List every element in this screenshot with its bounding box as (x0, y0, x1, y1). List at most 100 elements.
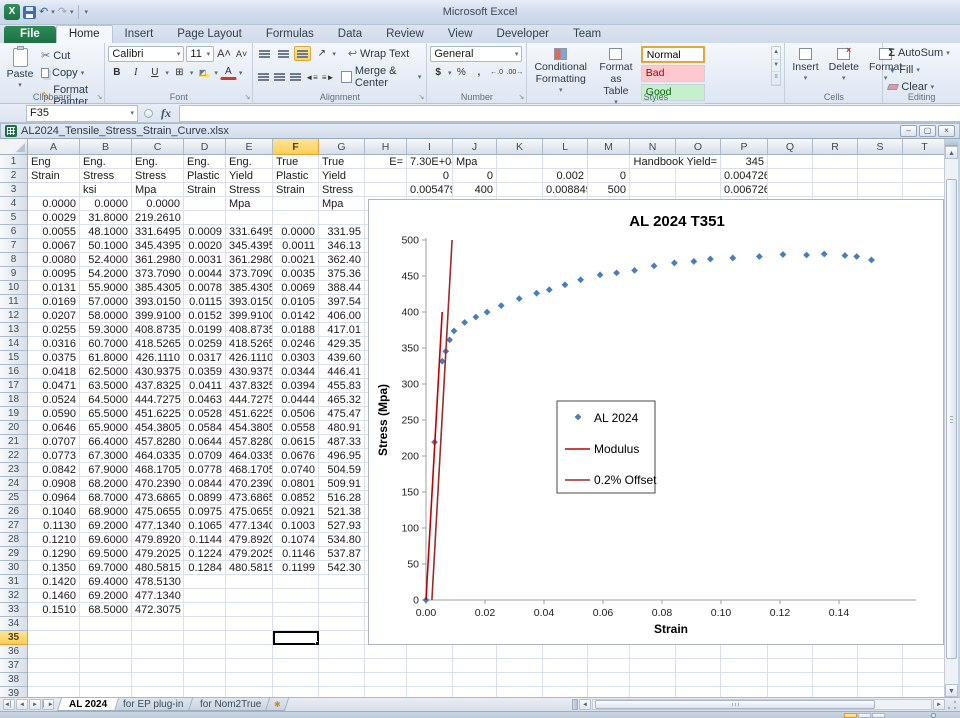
cell-A20[interactable]: 0.0646 (28, 421, 80, 435)
cell-T36[interactable] (903, 645, 944, 659)
cell-C11[interactable]: 393.0150 (132, 295, 184, 309)
cell-S36[interactable] (858, 645, 903, 659)
cell-F35[interactable] (273, 631, 319, 645)
cell-F8[interactable]: 0.0021 (273, 253, 319, 267)
cell-G26[interactable]: 521.38 (319, 505, 365, 519)
font-family-select[interactable]: Calibri ▾ (108, 46, 185, 62)
row-header-19[interactable]: 19 (0, 407, 28, 421)
row-header-22[interactable]: 22 (0, 449, 28, 463)
cell-C25[interactable]: 473.6865 (132, 491, 184, 505)
cell-T39[interactable] (903, 687, 944, 697)
gallery-more-icon[interactable]: ≡ (771, 72, 781, 86)
cell-G4[interactable]: Mpa (319, 197, 365, 211)
underline-button[interactable]: U (146, 65, 163, 80)
scroll-left-icon[interactable]: ◄ (579, 699, 591, 710)
cell-I37[interactable] (407, 659, 453, 673)
cell-R1[interactable] (813, 155, 858, 169)
cell-A37[interactable] (28, 659, 80, 673)
cell-F37[interactable] (273, 659, 319, 673)
cell-O36[interactable] (676, 645, 721, 659)
cell-F21[interactable]: 0.0615 (273, 435, 319, 449)
cell-Q3[interactable] (768, 183, 813, 197)
cell-D8[interactable]: 0.0031 (184, 253, 226, 267)
cell-A30[interactable]: 0.1350 (28, 561, 80, 575)
cell-M38[interactable] (588, 673, 630, 687)
vertical-scroll-thumb[interactable] (946, 179, 957, 659)
row-header-32[interactable]: 32 (0, 589, 28, 603)
cell-K3[interactable] (497, 183, 543, 197)
cell-E14[interactable]: 418.5265 (226, 337, 273, 351)
cell-A23[interactable]: 0.0842 (28, 463, 80, 477)
cell-I3[interactable]: 0.005479 (407, 183, 453, 197)
cell-C2[interactable]: Stress (132, 169, 184, 183)
cell-P36[interactable] (721, 645, 768, 659)
cell-I36[interactable] (407, 645, 453, 659)
cell-B7[interactable]: 50.1000 (80, 239, 132, 253)
italic-button[interactable]: I (127, 65, 144, 80)
cell-P38[interactable] (721, 673, 768, 687)
cell-B21[interactable]: 66.4000 (80, 435, 132, 449)
cell-R36[interactable] (813, 645, 858, 659)
cell-G37[interactable] (319, 659, 365, 673)
font-dialog-launcher-icon[interactable]: ↘ (244, 94, 250, 102)
cell-D35[interactable] (184, 631, 226, 645)
cell-A19[interactable]: 0.0590 (28, 407, 80, 421)
cell-A34[interactable] (28, 617, 80, 631)
merge-center-button[interactable]: Merge & Center ▾ (339, 64, 423, 90)
cell-F7[interactable]: 0.0011 (273, 239, 319, 253)
cut-button[interactable]: ✂ Cut (39, 48, 101, 63)
cell-D9[interactable]: 0.0044 (184, 267, 226, 281)
cell-B22[interactable]: 67.3000 (80, 449, 132, 463)
cell-C19[interactable]: 451.6225 (132, 407, 184, 421)
cell-O38[interactable] (676, 673, 721, 687)
cell-D5[interactable] (184, 211, 226, 225)
cell-E38[interactable] (226, 673, 273, 687)
cell-F3[interactable]: Strain (273, 183, 319, 197)
cell-M3[interactable]: 500 (588, 183, 630, 197)
cell-G20[interactable]: 480.91 (319, 421, 365, 435)
cell-C29[interactable]: 479.2025 (132, 547, 184, 561)
cell-G27[interactable]: 527.93 (319, 519, 365, 533)
cell-D39[interactable] (184, 687, 226, 697)
cell-A11[interactable]: 0.0169 (28, 295, 80, 309)
vertical-split-handle[interactable] (945, 139, 958, 146)
row-header-39[interactable]: 39 (0, 687, 28, 697)
cell-E1[interactable]: Eng. (226, 155, 273, 169)
cell-D1[interactable]: Eng. (184, 155, 226, 169)
cell-G8[interactable]: 362.40 (319, 253, 365, 267)
cell-D32[interactable] (184, 589, 226, 603)
cell-E22[interactable]: 464.0335 (226, 449, 273, 463)
cell-E8[interactable]: 361.2980 (226, 253, 273, 267)
cell-B12[interactable]: 58.0000 (80, 309, 132, 323)
cell-D33[interactable] (184, 603, 226, 617)
cell-C39[interactable] (132, 687, 184, 697)
cell-E7[interactable]: 345.4395 (226, 239, 273, 253)
cell-H36[interactable] (365, 645, 407, 659)
cell-A24[interactable]: 0.0908 (28, 477, 80, 491)
cell-A9[interactable]: 0.0095 (28, 267, 80, 281)
cell-C7[interactable]: 345.4395 (132, 239, 184, 253)
cell-C6[interactable]: 331.6495 (132, 225, 184, 239)
cell-G17[interactable]: 455.83 (319, 379, 365, 393)
cell-J39[interactable] (453, 687, 497, 697)
cell-E32[interactable] (226, 589, 273, 603)
cell-R3[interactable] (813, 183, 858, 197)
cell-D17[interactable]: 0.0411 (184, 379, 226, 393)
cell-F2[interactable]: Plastic (273, 169, 319, 183)
cell-A5[interactable]: 0.0029 (28, 211, 80, 225)
cell-G15[interactable]: 439.60 (319, 351, 365, 365)
cell-F4[interactable] (273, 197, 319, 211)
column-header-A[interactable]: A (28, 139, 80, 155)
cell-D31[interactable] (184, 575, 226, 589)
cell-R39[interactable] (813, 687, 858, 697)
cell-K36[interactable] (497, 645, 543, 659)
cell-I2[interactable]: 0 (407, 169, 453, 183)
cell-B8[interactable]: 52.4000 (80, 253, 132, 267)
cell-S37[interactable] (858, 659, 903, 673)
cell-E25[interactable]: 473.6865 (226, 491, 273, 505)
cell-E35[interactable] (226, 631, 273, 645)
cell-A6[interactable]: 0.0055 (28, 225, 80, 239)
row-header-34[interactable]: 34 (0, 617, 28, 631)
column-header-P[interactable]: P (721, 139, 768, 155)
cell-G10[interactable]: 388.44 (319, 281, 365, 295)
